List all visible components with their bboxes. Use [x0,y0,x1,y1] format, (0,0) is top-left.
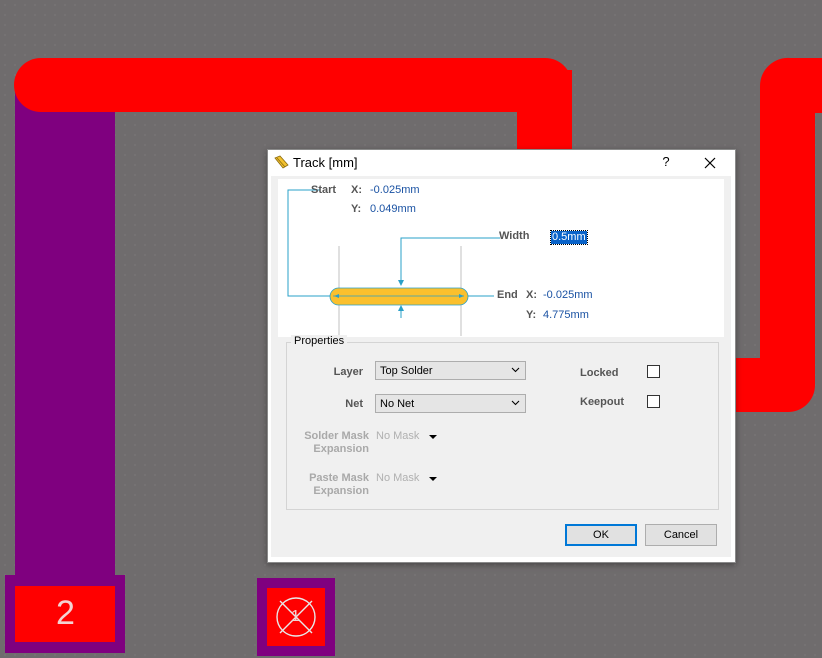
net-select[interactable]: No Net [375,394,526,413]
paste-mask-dropdown-icon[interactable] [429,477,437,481]
layer-select[interactable]: Top Solder [375,361,526,380]
start-x-value[interactable]: -0.025mm [370,184,420,196]
locked-checkbox[interactable] [647,365,660,378]
paste-mask-label-line2: Expansion [313,485,369,497]
chevron-down-icon [511,365,520,377]
pad-1-label: 1 [291,608,300,625]
start-label: Start [311,184,337,196]
close-button[interactable] [698,153,722,173]
layer-select-value: Top Solder [380,365,433,377]
red-track-right[interactable] [735,57,822,413]
track-geometry-panel: Start X: -0.025mm Y: 0.049mm Width 0.5mm… [278,179,724,337]
start-y-label: Y: [351,203,362,215]
solder-mask-label-line1: Solder Mask [304,430,369,442]
properties-group-title: Properties [291,335,348,347]
end-y-label: Y: [526,309,537,321]
track-tool-icon [274,155,289,175]
start-x-label: X: [351,184,362,196]
dialog-titlebar[interactable]: Track [mm] ? [268,150,735,176]
cancel-button[interactable]: Cancel [645,524,717,546]
paste-mask-label-line1: Paste Mask [309,472,369,484]
track-diagram [287,189,500,336]
track-preview [329,287,469,306]
solder-mask-label-line2: Expansion [313,443,369,455]
help-button[interactable]: ? [656,154,676,172]
keepout-checkbox[interactable] [647,395,660,408]
ok-button[interactable]: OK [565,524,637,546]
track-properties-dialog: Track [mm] ? Start X: -0.025mm Y: 0.049m… [267,149,736,563]
dialog-title: Track [mm] [293,155,358,170]
net-label: Net [345,398,363,410]
purple-track-vertical[interactable] [15,88,115,588]
dialog-content: Start X: -0.025mm Y: 0.049mm Width 0.5mm… [271,176,731,557]
close-icon [704,157,716,169]
start-y-value[interactable]: 0.049mm [370,203,416,215]
solder-mask-value[interactable]: No Mask [376,430,419,442]
locked-label: Locked [580,367,619,379]
chevron-down-icon [511,398,520,410]
end-x-label: X: [526,289,537,301]
end-x-value[interactable]: -0.025mm [543,289,593,301]
end-y-value[interactable]: 4.775mm [543,309,589,321]
red-track-top[interactable] [14,58,572,112]
solder-mask-dropdown-icon[interactable] [429,435,437,439]
width-input[interactable]: 0.5mm [550,230,588,245]
layer-label: Layer [333,366,363,378]
red-track-right-drop[interactable] [517,70,572,160]
end-label: End [497,289,518,301]
paste-mask-value[interactable]: No Mask [376,472,419,484]
keepout-label: Keepout [580,396,624,408]
width-label: Width [499,230,530,242]
pad-2-label: 2 [56,594,75,632]
net-select-value: No Net [380,398,415,410]
